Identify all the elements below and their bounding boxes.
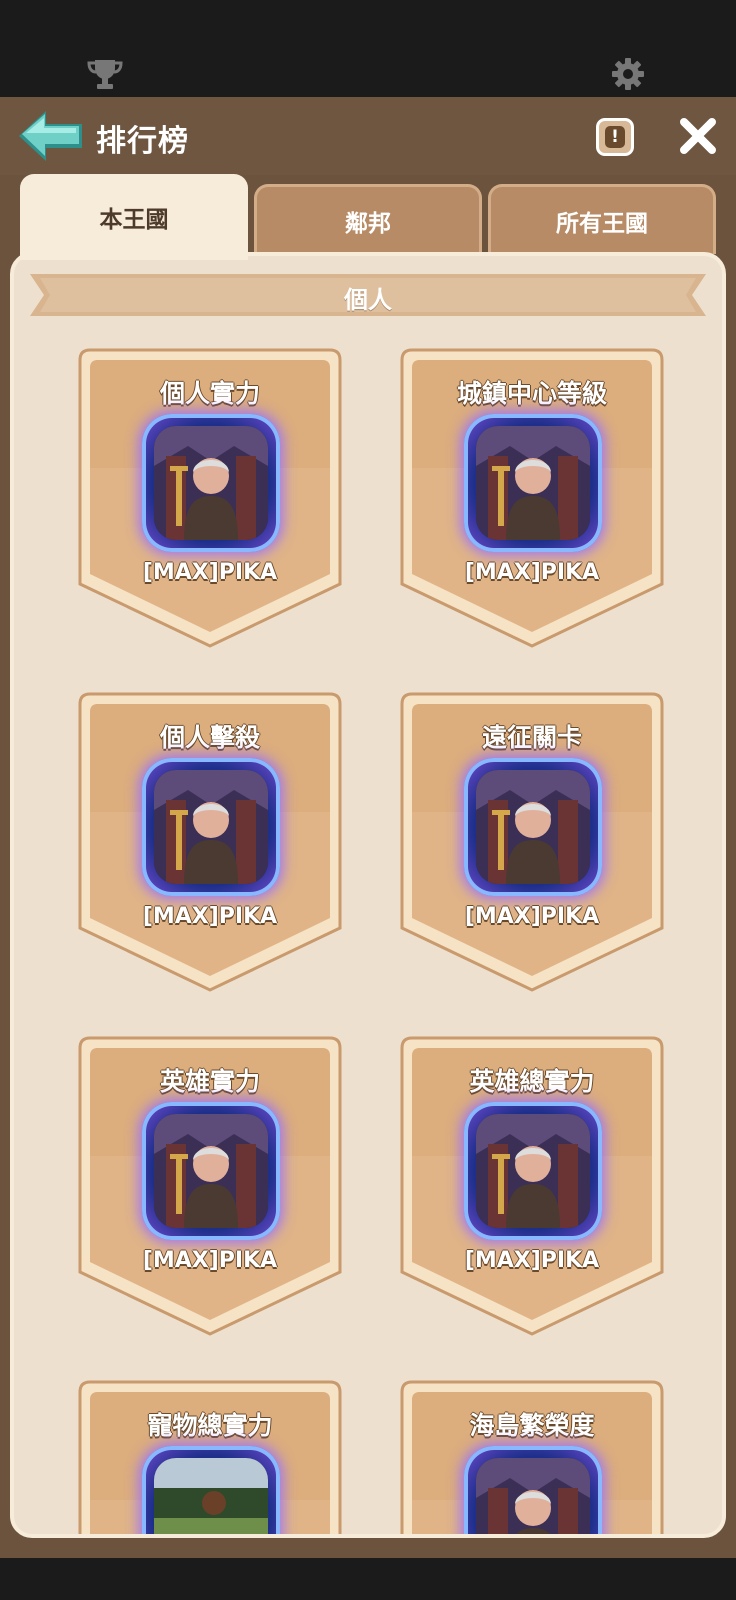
card-title: 英雄實力 <box>159 1067 260 1096</box>
card-title: 個人擊殺 <box>159 723 260 752</box>
section-banner: 個人 <box>30 270 706 320</box>
ranking-card-personal-kills[interactable]: 個人擊殺 [MAX]PIKA <box>78 692 342 992</box>
ranking-card-island-prosperity[interactable]: 海島繁榮度 <box>400 1380 664 1534</box>
ranking-card-pet-total-power[interactable]: 寵物總實力 <box>78 1380 342 1534</box>
card-title: 寵物總實力 <box>147 1411 273 1440</box>
card-title: 城鎮中心等級 <box>456 379 607 408</box>
player-avatar <box>464 414 602 552</box>
page-title: 排行榜 <box>96 124 189 159</box>
gear-icon[interactable] <box>608 56 648 92</box>
player-avatar <box>142 1102 280 1240</box>
card-title: 海島繁榮度 <box>469 1411 595 1440</box>
close-icon <box>680 118 716 154</box>
back-button[interactable] <box>16 106 86 166</box>
ranking-card-expedition-stage[interactable]: 遠征關卡 [MAX]PIKA <box>400 692 664 992</box>
exclamation-icon: ! <box>605 126 625 148</box>
player-avatar <box>464 758 602 896</box>
trophy-icon[interactable] <box>85 56 125 92</box>
ranking-card-hero-total-power[interactable]: 英雄總實力 [MAX]PIKA <box>400 1036 664 1336</box>
player-name: [MAX]PIKA <box>464 1248 600 1273</box>
ranking-card-town-center-level[interactable]: 城鎮中心等級 [MAX]PIKA <box>400 348 664 648</box>
player-avatar <box>142 758 280 896</box>
tab-all-kingdoms[interactable]: 所有王國 <box>488 184 716 254</box>
card-title: 個人實力 <box>159 379 260 408</box>
leaderboard-panel[interactable]: 個人 個人實力 [MAX]PIKA 城鎮中心等級 [MAX]PIKA 個人擊殺 … <box>10 252 726 1538</box>
player-name: [MAX]PIKA <box>142 560 278 585</box>
player-avatar <box>464 1102 602 1240</box>
back-arrow-icon <box>19 111 82 161</box>
ranking-card-personal-power[interactable]: 個人實力 [MAX]PIKA <box>78 348 342 648</box>
tab-neighbors[interactable]: 鄰邦 <box>254 184 482 254</box>
ranking-card-hero-power[interactable]: 英雄實力 [MAX]PIKA <box>78 1036 342 1336</box>
player-avatar <box>464 1446 602 1534</box>
card-title: 英雄總實力 <box>469 1067 595 1096</box>
player-name: [MAX]PIKA <box>464 904 600 929</box>
tab-this-kingdom[interactable]: 本王國 <box>20 174 248 260</box>
navigation-bar <box>0 1558 736 1600</box>
section-title: 個人 <box>344 286 392 314</box>
player-avatar <box>142 414 280 552</box>
card-title: 遠征關卡 <box>481 723 582 752</box>
player-name: [MAX]PIKA <box>464 560 600 585</box>
pet-avatar <box>142 1446 280 1534</box>
player-name: [MAX]PIKA <box>142 1248 278 1273</box>
close-button[interactable] <box>676 116 720 160</box>
info-button[interactable]: ! <box>596 118 634 156</box>
player-name: [MAX]PIKA <box>142 904 278 929</box>
